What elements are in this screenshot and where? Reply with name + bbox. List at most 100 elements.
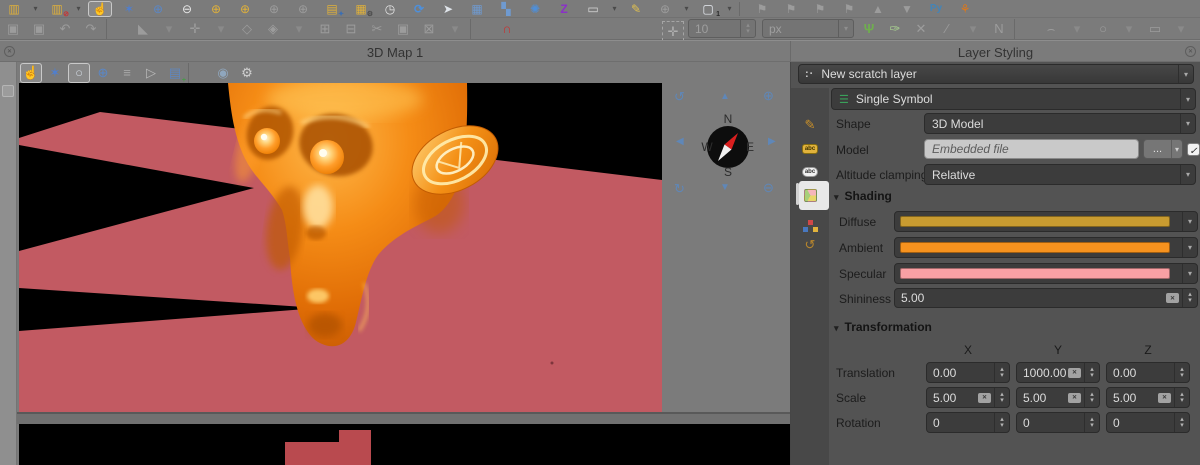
enable-snapping-icon[interactable]: ∩: [496, 19, 518, 39]
spinner-arrows[interactable]: [994, 388, 1009, 407]
camera-pan-tool[interactable]: ☝: [20, 63, 42, 83]
chevron-down-icon[interactable]: ▾: [158, 19, 180, 39]
chevron-down-icon[interactable]: ▾: [444, 19, 466, 39]
lower-layer-icon[interactable]: ▼: [895, 1, 919, 17]
shape-select[interactable]: 3D Model: [924, 113, 1196, 134]
zoom-out-icon[interactable]: ⊖: [763, 181, 774, 194]
animations-tool[interactable]: ▷: [140, 63, 162, 83]
chevron-down-icon[interactable]: [1182, 212, 1197, 231]
rotate-label-icon[interactable]: ⚑: [837, 1, 861, 17]
model-file-input[interactable]: [924, 139, 1139, 159]
export-scene-icon[interactable]: ▤ +: [164, 63, 186, 83]
diffuse-color-button[interactable]: [894, 211, 1198, 232]
zoom-native-tool[interactable]: ⊕: [204, 1, 228, 17]
curve-digitizing-icon[interactable]: ⌢: [1040, 19, 1062, 39]
tilt-up-icon[interactable]: ↺: [674, 90, 685, 103]
chevron-down-icon[interactable]: ▾: [31, 1, 40, 17]
view-themes-icon[interactable]: ◉: [212, 63, 234, 83]
paste-style-icon[interactable]: ▣: [28, 19, 50, 39]
statistics-panel-icon[interactable]: ▚: [494, 1, 518, 17]
dock-splitter[interactable]: [17, 412, 790, 424]
chevron-down-icon[interactable]: ▾: [610, 1, 619, 17]
spinner-arrows[interactable]: [740, 20, 755, 37]
spinner-arrows[interactable]: [1182, 289, 1197, 307]
transformation-group-header[interactable]: Transformation: [834, 320, 932, 334]
topology-checker-icon[interactable]: Ψ: [858, 19, 880, 39]
chevron-down-icon[interactable]: [1180, 165, 1195, 184]
spinner-arrows[interactable]: [1174, 413, 1189, 432]
delete-part-icon[interactable]: ✕: [910, 19, 932, 39]
move-label-icon[interactable]: ⚑: [808, 1, 832, 17]
move-up-icon[interactable]: ▲: [720, 92, 730, 102]
move-feature-icon[interactable]: ✛: [184, 19, 206, 39]
undo-icon[interactable]: ↶: [54, 19, 76, 39]
tilt-down-icon[interactable]: ↻: [674, 182, 685, 195]
spinner-arrows[interactable]: [1084, 388, 1099, 407]
raise-layer-icon[interactable]: ▲: [866, 1, 890, 17]
temporal-controller-icon[interactable]: ◷: [378, 1, 402, 17]
chevron-down-icon[interactable]: ▾: [1170, 19, 1192, 39]
python-console-icon[interactable]: Py: [924, 1, 948, 17]
tracing-settings-icon[interactable]: ✛: [662, 21, 684, 41]
tab-labels[interactable]: abc: [797, 138, 823, 160]
circle-digitizing-icon[interactable]: ○: [1092, 19, 1114, 39]
elevation-profile-icon[interactable]: Z: [552, 1, 576, 17]
chevron-down-icon[interactable]: ▾: [288, 19, 310, 39]
specular-color-button[interactable]: [894, 263, 1198, 284]
scale-x-spinbox[interactable]: 5.00: [926, 387, 1010, 408]
zoom-next-icon[interactable]: ⊕: [291, 1, 315, 17]
chevron-down-icon[interactable]: [1182, 238, 1197, 257]
modify-attributes-icon[interactable]: ⊞: [314, 19, 336, 39]
zoom-in-icon[interactable]: ⊕: [763, 89, 774, 102]
chevron-down-icon[interactable]: ▾: [725, 1, 734, 17]
shading-group-header[interactable]: Shading: [834, 189, 892, 203]
zoom-full-tool[interactable]: ⊕: [233, 1, 257, 17]
annotation-icon[interactable]: ▢ 1: [696, 1, 720, 17]
zoom-last-icon[interactable]: ⊕: [262, 1, 286, 17]
map-themes-icon[interactable]: ▦ ⚙: [349, 1, 373, 17]
regular-polygon-digitizing-icon[interactable]: ⌂: [1196, 19, 1200, 39]
spinner-arrows[interactable]: [1174, 388, 1189, 407]
measure-3d-tool[interactable]: ≡: [116, 63, 138, 83]
clear-icon[interactable]: [1158, 393, 1171, 403]
multiedit-icon[interactable]: ⊟: [340, 19, 362, 39]
vertex-tool-icon[interactable]: ◇: [236, 19, 258, 39]
chevron-down-icon[interactable]: ▾: [74, 1, 83, 17]
chevron-down-icon[interactable]: [1178, 65, 1193, 83]
layer-select[interactable]: :· New scratch layer: [798, 64, 1194, 84]
cut-features-icon[interactable]: ✂: [366, 19, 388, 39]
compass-widget[interactable]: N W E S: [701, 107, 755, 179]
pan-to-selection-tool[interactable]: ✶: [117, 1, 141, 17]
zoom-in-tool[interactable]: ⊕: [146, 1, 170, 17]
zoom-to-selection-icon[interactable]: ⊕: [653, 1, 677, 17]
spinner-arrows[interactable]: [994, 413, 1009, 432]
spinner-arrows[interactable]: [1174, 363, 1189, 382]
nav-widget-toggle[interactable]: ○: [68, 63, 90, 83]
processing-toolbox-icon[interactable]: ✺: [523, 1, 547, 17]
toggle-editing-icon[interactable]: ◣: [132, 19, 154, 39]
refresh-map-icon[interactable]: ⟳: [407, 1, 431, 17]
snapping-units-select[interactable]: px: [762, 19, 854, 38]
tab-masks[interactable]: abc: [797, 161, 823, 183]
camera-rotate-tool[interactable]: ✶: [44, 63, 66, 83]
chevron-down-icon[interactable]: [838, 20, 853, 37]
split-features-icon[interactable]: N: [988, 19, 1010, 39]
attribute-table-icon[interactable]: ▦: [465, 1, 489, 17]
renderer-select[interactable]: ☰ Single Symbol: [831, 88, 1196, 110]
spinner-arrows[interactable]: [994, 363, 1009, 382]
tab-diagrams[interactable]: [797, 214, 823, 236]
snapping-tolerance-spinbox[interactable]: 10: [688, 19, 756, 38]
chevron-down-icon[interactable]: [1180, 114, 1195, 133]
label-pin-icon[interactable]: ⚑: [750, 1, 774, 17]
vegetation-plugin-icon[interactable]: ⚘: [953, 1, 977, 17]
chevron-down-icon[interactable]: ▾: [962, 19, 984, 39]
new-print-layout-icon[interactable]: ▥ ⊘: [45, 1, 69, 17]
move-left-icon[interactable]: ◀: [676, 137, 684, 147]
configure-3d-icon[interactable]: ⚙: [236, 63, 258, 83]
collapsed-panel-icon[interactable]: [2, 85, 14, 97]
clear-icon[interactable]: [1068, 393, 1081, 403]
rectangle-digitizing-icon[interactable]: ▭: [1144, 19, 1166, 39]
identify-3d-tool[interactable]: ⊕: [92, 63, 114, 83]
spinner-arrows[interactable]: [1084, 363, 1099, 382]
scale-y-spinbox[interactable]: 5.00: [1016, 387, 1100, 408]
